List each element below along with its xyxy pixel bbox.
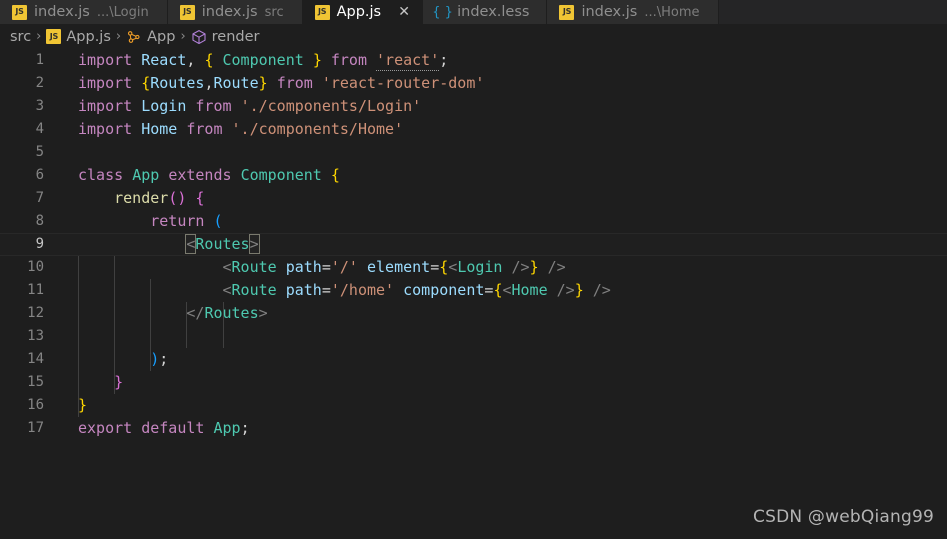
breadcrumb-label: render [211, 28, 260, 45]
line-number: 3 [35, 98, 44, 114]
breadcrumb-label: App [147, 28, 176, 45]
line-content: class App extends Component { [78, 166, 340, 184]
line-number: 4 [35, 121, 44, 137]
line-content: import {Routes,Route} from 'react-router… [78, 74, 485, 92]
breadcrumb-separator-icon: › [180, 29, 186, 44]
tab-description: ...\Login [96, 4, 149, 20]
code-line[interactable]: 13 [0, 325, 947, 348]
line-content: import Home from './components/Home' [78, 120, 404, 138]
js-file-icon: JS [559, 4, 575, 20]
line-number: 6 [35, 167, 44, 183]
tab-label: index.js [581, 4, 638, 20]
tab-index-js-home[interactable]: JS index.js ...\Home [547, 0, 719, 24]
breadcrumb: src › JS App.js › App › render [0, 24, 947, 49]
breadcrumb-item-src[interactable]: src [10, 29, 31, 45]
js-file-icon: JS [179, 4, 195, 20]
breadcrumb-label: src [10, 28, 32, 45]
line-number: 16 [27, 397, 44, 413]
line-content: <Route path='/home' component={<Home />}… [222, 281, 611, 299]
code-line[interactable]: 4 import Home from './components/Home' [0, 118, 947, 141]
code-line[interactable]: 12 </Routes> [0, 302, 947, 325]
code-line[interactable]: 3 import Login from './components/Login' [0, 95, 947, 118]
class-symbol-icon [126, 29, 142, 45]
breadcrumb-item-app-js[interactable]: JS App.js [46, 29, 111, 45]
breadcrumb-separator-icon: › [36, 29, 42, 44]
line-number: 2 [35, 75, 44, 91]
code-line[interactable]: 7 render() { [0, 187, 947, 210]
code-lines: 1 import React, { Component } from 'reac… [0, 49, 947, 440]
tab-description: src [264, 4, 284, 20]
line-number: 15 [27, 374, 44, 390]
code-line[interactable]: 1 import React, { Component } from 'reac… [0, 49, 947, 72]
code-line[interactable]: 8 return ( [0, 210, 947, 233]
js-file-icon: JS [46, 29, 62, 44]
vscode-window: JS index.js ...\Login JS index.js src JS… [0, 0, 947, 539]
code-line[interactable]: 14 ); [0, 348, 947, 371]
code-line[interactable]: 6 class App extends Component { [0, 164, 947, 187]
line-content: } [78, 396, 88, 414]
line-number: 9 [35, 236, 44, 252]
tab-label: App.js [336, 4, 382, 20]
line-content: </Routes> [186, 304, 268, 322]
tab-index-js-src[interactable]: JS index.js src [167, 0, 303, 24]
line-number: 11 [27, 282, 44, 298]
line-number: 17 [27, 420, 44, 436]
watermark: CSDN @webQiang99 [753, 507, 934, 527]
line-number: 5 [35, 144, 44, 160]
line-content: ); [150, 350, 169, 368]
line-number: 10 [27, 259, 44, 275]
line-content: render() { [114, 189, 205, 207]
code-line[interactable]: 17 export default App; [0, 417, 947, 440]
close-icon[interactable]: ✕ [396, 5, 412, 19]
code-line-current[interactable]: 9 <Routes> [0, 233, 947, 256]
breadcrumb-item-render-method[interactable]: render [191, 28, 260, 45]
breadcrumb-item-app-class[interactable]: App [126, 29, 175, 45]
code-line[interactable]: 15 } [0, 371, 947, 394]
tab-label: index.js [201, 4, 258, 20]
line-content: return ( [150, 212, 223, 230]
breadcrumb-separator-icon: › [115, 29, 122, 44]
line-content: import React, { Component } from 'react'… [78, 51, 449, 71]
line-number: 7 [35, 190, 44, 206]
line-content: <Route path='/' element={<Login />} /> [222, 258, 566, 276]
code-editor[interactable]: 1 import React, { Component } from 'reac… [0, 49, 947, 539]
line-content: } [114, 373, 124, 391]
editor-tab-bar: JS index.js ...\Login JS index.js src JS… [0, 0, 947, 24]
tab-label: index.js [34, 4, 90, 20]
line-number: 12 [27, 305, 44, 321]
code-line[interactable]: 10 <Route path='/' element={<Login />} /… [0, 256, 947, 279]
js-file-icon: JS [12, 4, 27, 20]
code-line[interactable]: 11 <Route path='/home' component={<Home … [0, 279, 947, 302]
line-content: import Login from './components/Login' [78, 97, 422, 115]
code-line[interactable]: 5 [0, 141, 947, 164]
tab-index-less[interactable]: { } index.less [423, 0, 548, 24]
line-content: <Routes> [185, 234, 260, 254]
code-line[interactable]: 16 } [0, 394, 947, 417]
less-file-icon: { } [432, 4, 453, 20]
line-content: export default App; [78, 419, 250, 437]
line-number: 8 [35, 213, 44, 229]
line-number: 1 [35, 52, 44, 68]
js-file-icon: JS [314, 4, 330, 20]
tab-label: index.less [457, 4, 530, 20]
line-number: 14 [27, 351, 44, 367]
line-number: 13 [27, 328, 44, 344]
tab-bar-empty-space [718, 0, 947, 24]
code-line[interactable]: 2 import {Routes,Route} from 'react-rout… [0, 72, 947, 95]
breadcrumb-label: App.js [66, 28, 111, 45]
tab-description: ...\Home [644, 4, 700, 20]
method-symbol-icon [191, 29, 207, 45]
tab-index-js-login[interactable]: JS index.js ...\Login [0, 0, 168, 24]
tab-app-js[interactable]: JS App.js ✕ [302, 0, 424, 24]
